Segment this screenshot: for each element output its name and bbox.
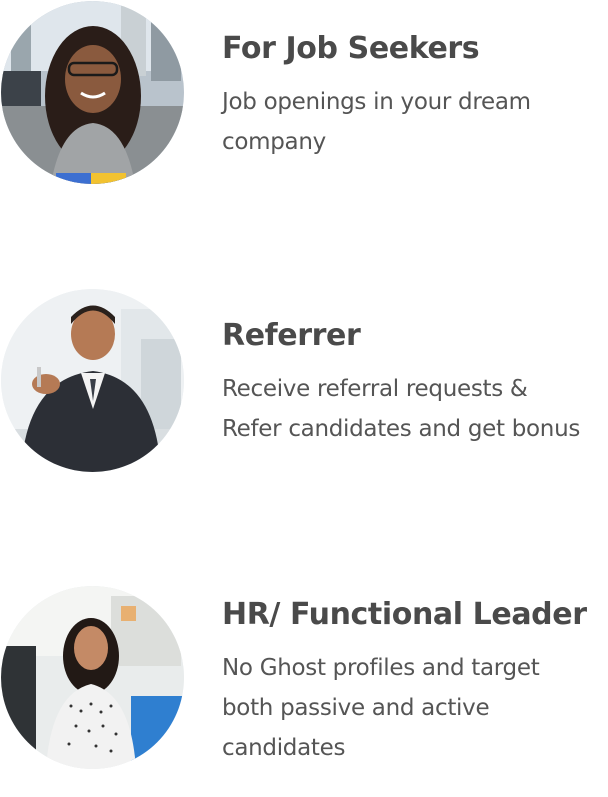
description-line: Job openings in your dream [222,89,531,115]
description-line: Refer candidates and get bonus [222,416,581,442]
referrer-title: Referrer [222,318,361,353]
description-line: candidates [222,735,346,761]
description-line: both passive and active [222,695,490,721]
job-seekers-title: For Job Seekers [222,31,480,66]
hr-leader-photo [1,586,184,769]
hr-leader-title: HR/ Functional Leader [222,597,587,632]
description-line: Receive referral requests & [222,376,528,402]
hr-leader-description: No Ghost profiles and target both passiv… [222,648,540,768]
description-line: company [222,129,326,155]
job-seekers-description: Job openings in your dream company [222,82,531,162]
referrer-description: Receive referral requests & Refer candid… [222,369,580,449]
referrer-photo [1,289,184,472]
job-seeker-photo [1,1,184,184]
description-line: No Ghost profiles and target [222,655,540,681]
